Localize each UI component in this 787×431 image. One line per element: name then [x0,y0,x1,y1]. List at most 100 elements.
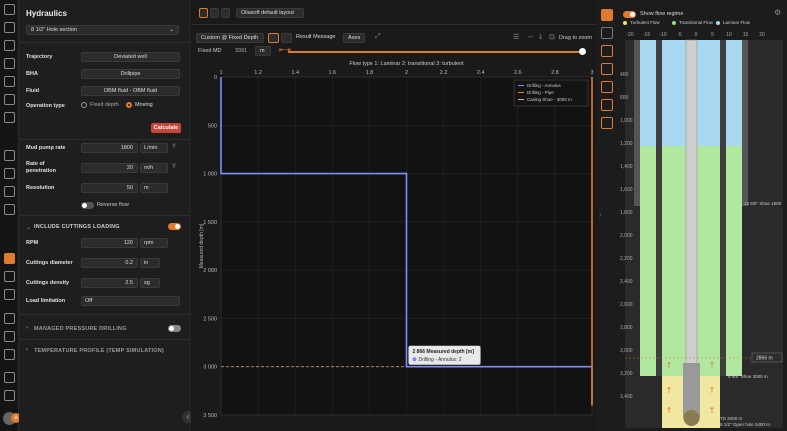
cuttings-density-input[interactable]: 2.5 [81,278,138,288]
bha-label: BHA [26,71,38,77]
mode-select[interactable]: Custom @ Fixed Depth [196,33,264,43]
layout-single-icon[interactable] [199,8,208,18]
gauge-icon[interactable] [601,63,613,75]
flow-arrow-icon: ↑ [709,361,716,370]
divider [19,139,190,140]
x-tick-label: 1.2 [254,70,262,76]
hydraulics-icon[interactable] [4,253,15,264]
grid-icon[interactable] [4,22,15,33]
layout-split-icon[interactable] [210,8,219,18]
rop-input[interactable]: 20 [81,163,138,173]
chart-icon[interactable] [4,150,15,161]
map-icon[interactable] [4,40,15,51]
depth-tick-label: 1,400 [620,164,633,170]
cost-icon[interactable] [4,331,15,342]
y-tick-label: 500 [208,123,217,129]
document-icon[interactable] [4,372,15,383]
expand-right-icon[interactable]: › [599,212,601,219]
table-icon[interactable] [4,271,15,282]
mud-pump-rate-input[interactable]: 1800 [81,143,138,153]
settings-icon[interactable]: ⚙ [774,8,781,17]
y-tick-label: 1 000 [203,172,217,178]
settings-icon[interactable] [4,204,15,215]
cuttings-density-unit[interactable]: sg [140,278,160,288]
cuttings-toggle[interactable] [168,223,181,230]
tooltip-title: 2 866 Measured depth [m] [413,349,475,355]
pipe-icon[interactable] [268,33,279,43]
flow-arrow-icon: ↑ [666,361,673,370]
cuttings-section-title[interactable]: INCLUDE CUTTINGS LOADING [34,224,120,230]
schematic-top-tick: -5 [677,32,682,38]
pipe-icon[interactable] [601,99,613,111]
temp-section-title[interactable]: TEMPERATURE PROFILE (TEMP SIMULATION) [34,348,164,354]
shoe-1-label: 13 5/8" Shoe 1500 [744,201,782,206]
tooltip-dot [412,357,417,362]
chevron-right-icon[interactable]: › [26,325,28,331]
result-message-button[interactable]: Result Message [296,34,335,40]
home-icon[interactable] [4,4,15,15]
resize-icon[interactable]: ↔ [527,33,534,40]
moving-radio[interactable] [126,102,132,108]
section-select[interactable]: 8 1/2" Hole section ⌄ [26,25,179,35]
chevron-right-icon[interactable]: › [26,347,28,353]
layers-icon[interactable] [4,112,15,123]
expand-icon[interactable]: ⤢ [375,33,381,41]
calculate-button[interactable]: Calculate [151,123,181,133]
axes-select[interactable]: Axes [343,33,365,43]
cuttings-density-label: Cuttings density [26,280,70,286]
mud-pump-rate-unit[interactable]: L/min [140,143,168,153]
fixed-depth-radio[interactable] [81,102,87,108]
filter-icon[interactable]: Y [172,164,176,170]
layout-select[interactable]: Oliasoft default layout [236,8,304,18]
bha-value[interactable]: Drillpipe [81,69,180,79]
filter-icon[interactable]: Y [172,144,176,150]
thermometer-icon[interactable] [4,186,15,197]
resolution-input[interactable]: 50 [81,183,138,193]
trajectory-icon[interactable] [4,58,15,69]
fixed-md-unit[interactable]: m [255,46,271,56]
note-icon[interactable] [601,117,613,129]
calculator-icon[interactable] [4,289,15,300]
compass-icon[interactable] [601,81,613,93]
gauge-icon[interactable] [4,168,15,179]
depth-tick-label: 400 [620,72,629,78]
export-icon[interactable] [4,390,15,401]
layout-grid-icon[interactable] [221,8,230,18]
zoom-icon[interactable]: ⊡ [549,33,555,41]
cuttings-diameter-input[interactable]: 0.2 [81,258,138,268]
rpm-input[interactable]: 120 [81,238,138,248]
bottle-icon[interactable] [601,45,613,57]
trajectory-value[interactable]: Deviated well [81,52,180,62]
load-limitation-select[interactable]: Off [81,296,180,306]
drill-icon[interactable] [4,76,15,87]
y-tick-label: 2 500 [203,316,217,322]
rop-unit[interactable]: m/h [140,163,168,173]
show-flow-regime-toggle[interactable] [623,11,636,18]
funnel-icon[interactable] [601,27,613,39]
reverse-flow-toggle[interactable] [81,202,94,209]
message-icon[interactable] [281,33,292,43]
rop-label-line1: Rate of [26,161,45,167]
drag-to-zoom-label[interactable]: Drag to zoom [559,35,592,41]
chevron-down-icon[interactable]: ⌄ [26,224,31,231]
report-icon[interactable] [4,313,15,324]
chevron-down-icon: ⌄ [169,27,174,33]
fixed-md-slider[interactable] [288,51,582,53]
depth-marker-label: 2866 m [756,356,773,362]
download-icon[interactable]: ⤓ [539,33,542,41]
results-icon[interactable] [601,9,613,21]
mpd-section-title[interactable]: MANAGED PRESSURE DRILLING [34,326,127,332]
cuttings-diameter-unit[interactable]: in [140,258,160,268]
mpd-toggle[interactable] [168,325,181,332]
rpm-unit[interactable]: rpm [140,238,168,248]
list-icon[interactable]: ☰ [513,33,519,41]
tools-icon[interactable] [4,94,15,105]
fluid-value[interactable]: OBM fluid - OBM fluid [81,86,180,96]
divider [19,339,190,340]
blocked-icon[interactable] [4,349,15,360]
x-tick-label: 1.6 [328,70,336,76]
slider-handle[interactable] [579,48,586,55]
trajectory-label: Trajectory [26,54,53,60]
fixed-md-value[interactable]: 3391 [235,48,247,54]
resolution-unit[interactable]: m [140,183,168,193]
